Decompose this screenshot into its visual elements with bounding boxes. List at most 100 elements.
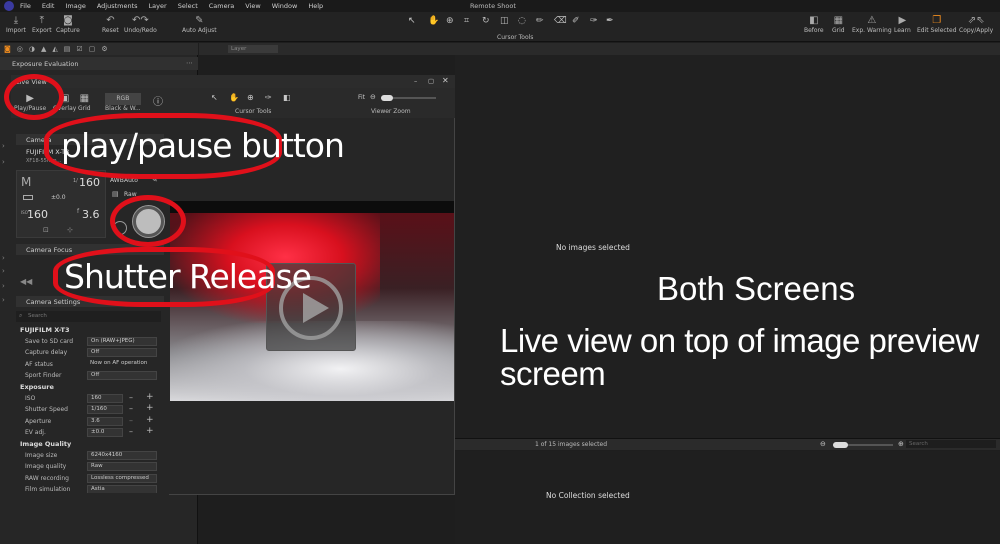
af-point-icon[interactable]: ⊡ [43, 226, 49, 234]
slider-handle[interactable] [381, 95, 393, 101]
settings-camera-title[interactable]: FUJIFILM X-T3 [20, 326, 69, 334]
annotate-tool-icon[interactable]: ✒ [606, 16, 614, 26]
menu-adjustments[interactable]: Adjustments [97, 2, 138, 10]
panel-menu-icon[interactable]: ⋯ [186, 59, 193, 67]
decrease-icon[interactable]: – [129, 404, 133, 413]
crop-tool-icon[interactable]: ⌗ [464, 16, 469, 26]
batch-tab-icon[interactable]: ▢ [89, 45, 96, 53]
auto-adjust-button[interactable]: ✎ Auto Adjust [182, 15, 217, 34]
browser-search-input[interactable]: Search [906, 440, 996, 448]
menu-camera[interactable]: Camera [209, 2, 235, 10]
copy-apply-button[interactable]: ⇗⇖ Copy/Apply [959, 15, 993, 34]
metadata-tab-icon[interactable]: ▤ [64, 45, 71, 53]
undo-redo-button[interactable]: ↶↷ Undo/Redo [124, 15, 157, 34]
live-view-titlebar[interactable]: Live View – ▢ ✕ [11, 75, 455, 88]
black-white-button[interactable]: RGB Black & W... [105, 93, 141, 112]
exp-warning-button[interactable]: ⚠ Exp. Warning [852, 15, 892, 34]
menu-edit[interactable]: Edit [42, 2, 55, 10]
setting-select[interactable]: Lossless compressed [87, 474, 157, 483]
thumb-size-slider[interactable] [833, 442, 893, 448]
image-quality-title[interactable]: Image Quality [20, 440, 71, 448]
setting-select[interactable]: Raw [87, 462, 157, 471]
settings-tab-icon[interactable]: ⚙ [101, 45, 107, 53]
collapse-arrow-icon[interactable]: › [2, 267, 5, 275]
viewer-zoom-slider[interactable] [381, 95, 436, 101]
zoom-out-icon[interactable]: ⊖ [370, 93, 376, 101]
picker-tool-icon[interactable]: ✑ [590, 16, 598, 26]
exposure-title[interactable]: Exposure [20, 383, 54, 391]
edit-selected-button[interactable]: ❐ Edit Selected [917, 15, 957, 34]
brush-tool-icon[interactable]: ✏ [536, 16, 544, 26]
decrease-icon[interactable]: – [129, 393, 133, 402]
increase-icon[interactable]: + [146, 403, 154, 413]
output-tab-icon[interactable]: ☑ [76, 45, 82, 53]
grid-button[interactable]: ▦ Grid [832, 15, 845, 34]
zoom-out-icon[interactable]: ⊖ [820, 440, 826, 448]
maximize-icon[interactable]: ▢ [428, 77, 434, 85]
lens-tab-icon[interactable]: ◎ [17, 45, 23, 53]
setting-select[interactable]: Off [87, 348, 157, 357]
setting-select[interactable]: ±0.0 [87, 428, 123, 437]
setting-select[interactable]: 1/160 [87, 405, 123, 414]
increase-icon[interactable]: + [146, 426, 154, 436]
spot-tool-icon[interactable]: ◌ [518, 16, 526, 26]
close-icon[interactable]: ✕ [442, 76, 449, 85]
select-tool-icon[interactable]: ↖ [408, 16, 416, 26]
lv-picker-tool-icon[interactable]: ✑ [265, 93, 272, 102]
exposure-evaluation-header[interactable]: Exposure Evaluation [0, 57, 198, 70]
setting-select[interactable]: 6240x4160 [87, 451, 157, 460]
info-icon[interactable]: ⓘ [153, 93, 163, 108]
camera-tab-icon[interactable]: ◙ [4, 45, 11, 53]
collapse-arrow-icon[interactable]: › [2, 254, 5, 262]
before-button[interactable]: ◧ Before [804, 15, 824, 34]
lv-compare-tool-icon[interactable]: ◧ [283, 93, 291, 102]
exposure-tab-icon[interactable]: ▲ [41, 45, 46, 53]
detail-tab-icon[interactable]: ◭ [52, 45, 57, 53]
pan-tool-icon[interactable]: ✋ [428, 16, 439, 26]
slider-handle[interactable] [833, 442, 848, 448]
setting-select[interactable]: Off [87, 371, 157, 380]
menu-layer[interactable]: Layer [149, 2, 167, 10]
increase-icon[interactable]: + [146, 392, 154, 402]
keystone-tool-icon[interactable]: ◫ [500, 16, 509, 26]
learn-button[interactable]: ▶ Learn [894, 15, 911, 34]
eraser-tool-icon[interactable]: ⌫ [554, 16, 567, 26]
gradient-tool-icon[interactable]: ✐ [572, 16, 580, 26]
collapse-arrow-icon[interactable]: › [2, 158, 5, 166]
lv-select-tool-icon[interactable]: ↖ [211, 93, 218, 102]
menu-window[interactable]: Window [272, 2, 298, 10]
setting-select[interactable]: On (RAW+JPEG) [87, 337, 157, 346]
menu-view[interactable]: View [245, 2, 260, 10]
export-button[interactable]: ⤒ Export [32, 15, 52, 34]
zoom-tool-icon[interactable]: ⊕ [446, 16, 454, 26]
menu-image[interactable]: Image [65, 2, 85, 10]
setting-select[interactable]: 160 [87, 394, 123, 403]
layer-dropdown[interactable]: Layer [228, 45, 278, 53]
import-button[interactable]: ⤓ Import [6, 15, 26, 34]
decrease-icon[interactable]: – [129, 416, 133, 425]
focus-far-icon[interactable]: ◀◀ [20, 277, 32, 286]
increase-icon[interactable]: + [146, 415, 154, 425]
lv-pan-tool-icon[interactable]: ✋ [229, 93, 239, 102]
menu-select[interactable]: Select [178, 2, 198, 10]
zoom-in-icon[interactable]: ⊕ [898, 440, 904, 448]
reset-button[interactable]: ↶ Reset [102, 15, 119, 34]
settings-search-input[interactable]: Search [16, 311, 161, 322]
fit-label[interactable]: Fit [358, 94, 365, 101]
decrease-icon[interactable]: – [129, 427, 133, 436]
color-tab-icon[interactable]: ◑ [29, 45, 35, 53]
minimize-icon[interactable]: – [414, 77, 417, 85]
capture-button[interactable]: ◙ Capture [56, 15, 80, 34]
collapse-arrow-icon[interactable]: › [2, 296, 5, 304]
setting-select[interactable]: Astia [87, 485, 157, 493]
menu-help[interactable]: Help [308, 2, 323, 10]
setting-select[interactable]: 3.6 [87, 417, 123, 426]
menu-file[interactable]: File [20, 2, 31, 10]
rotate-tool-icon[interactable]: ↻ [482, 16, 490, 26]
collapse-arrow-icon[interactable]: › [2, 282, 5, 290]
focus-target-icon[interactable]: ⊹ [67, 226, 73, 234]
lv-grid-button[interactable]: ▦ Grid [78, 93, 91, 112]
lv-zoom-tool-icon[interactable]: ⊕ [247, 93, 254, 102]
browser-area[interactable]: No Collection selected [455, 451, 1000, 544]
collapse-arrow-icon[interactable]: › [2, 142, 5, 150]
